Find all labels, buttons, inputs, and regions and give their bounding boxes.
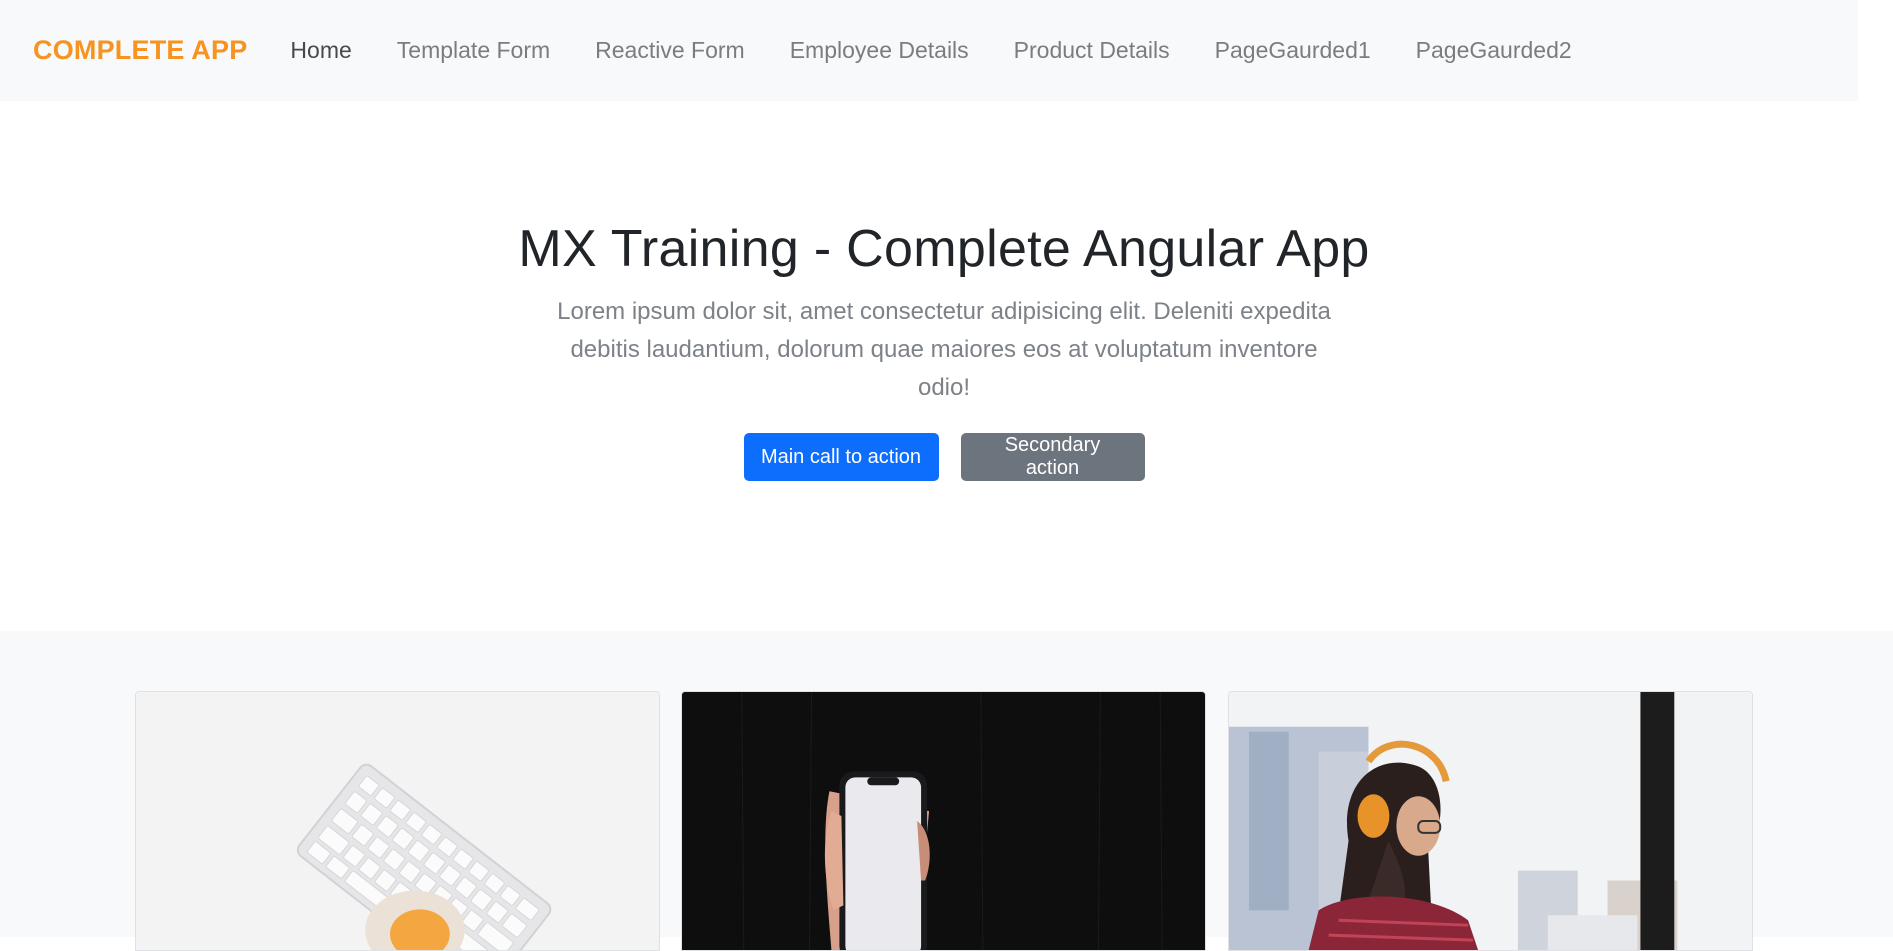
card-keyboard[interactable] <box>135 691 660 951</box>
nav-link-reactive-form[interactable]: Reactive Form <box>595 37 745 64</box>
hero-section: MX Training - Complete Angular App Lorem… <box>0 101 1893 631</box>
album-section <box>0 631 1893 951</box>
nav-link-product-details[interactable]: Product Details <box>1014 37 1170 64</box>
nav-link-template-form[interactable]: Template Form <box>397 37 550 64</box>
card-phone[interactable] <box>681 691 1206 951</box>
nav-link-employee-details[interactable]: Employee Details <box>790 37 969 64</box>
headphones-photo <box>1229 692 1752 950</box>
hero-title: MX Training - Complete Angular App <box>518 220 1370 278</box>
nav-links: Home Template Form Reactive Form Employe… <box>290 37 1616 64</box>
phone-photo <box>682 692 1205 950</box>
keyboard-photo <box>136 692 659 950</box>
hero-buttons: Main call to action Secondary action <box>0 433 1888 481</box>
nav-link-page-gaurded-2[interactable]: PageGaurded2 <box>1416 37 1572 64</box>
card-headphones[interactable] <box>1228 691 1753 951</box>
hero-lead: Lorem ipsum dolor sit, amet consectetur … <box>557 298 1331 401</box>
nav-link-page-gaurded-1[interactable]: PageGaurded1 <box>1215 37 1371 64</box>
nav-link-home[interactable]: Home <box>290 37 351 64</box>
brand-logo[interactable]: COMPLETE APP <box>33 35 247 66</box>
navbar: COMPLETE APP Home Template Form Reactive… <box>0 0 1858 101</box>
main-call-to-action-button[interactable]: Main call to action <box>743 433 939 481</box>
secondary-action-button[interactable]: Secondary action <box>960 433 1145 481</box>
